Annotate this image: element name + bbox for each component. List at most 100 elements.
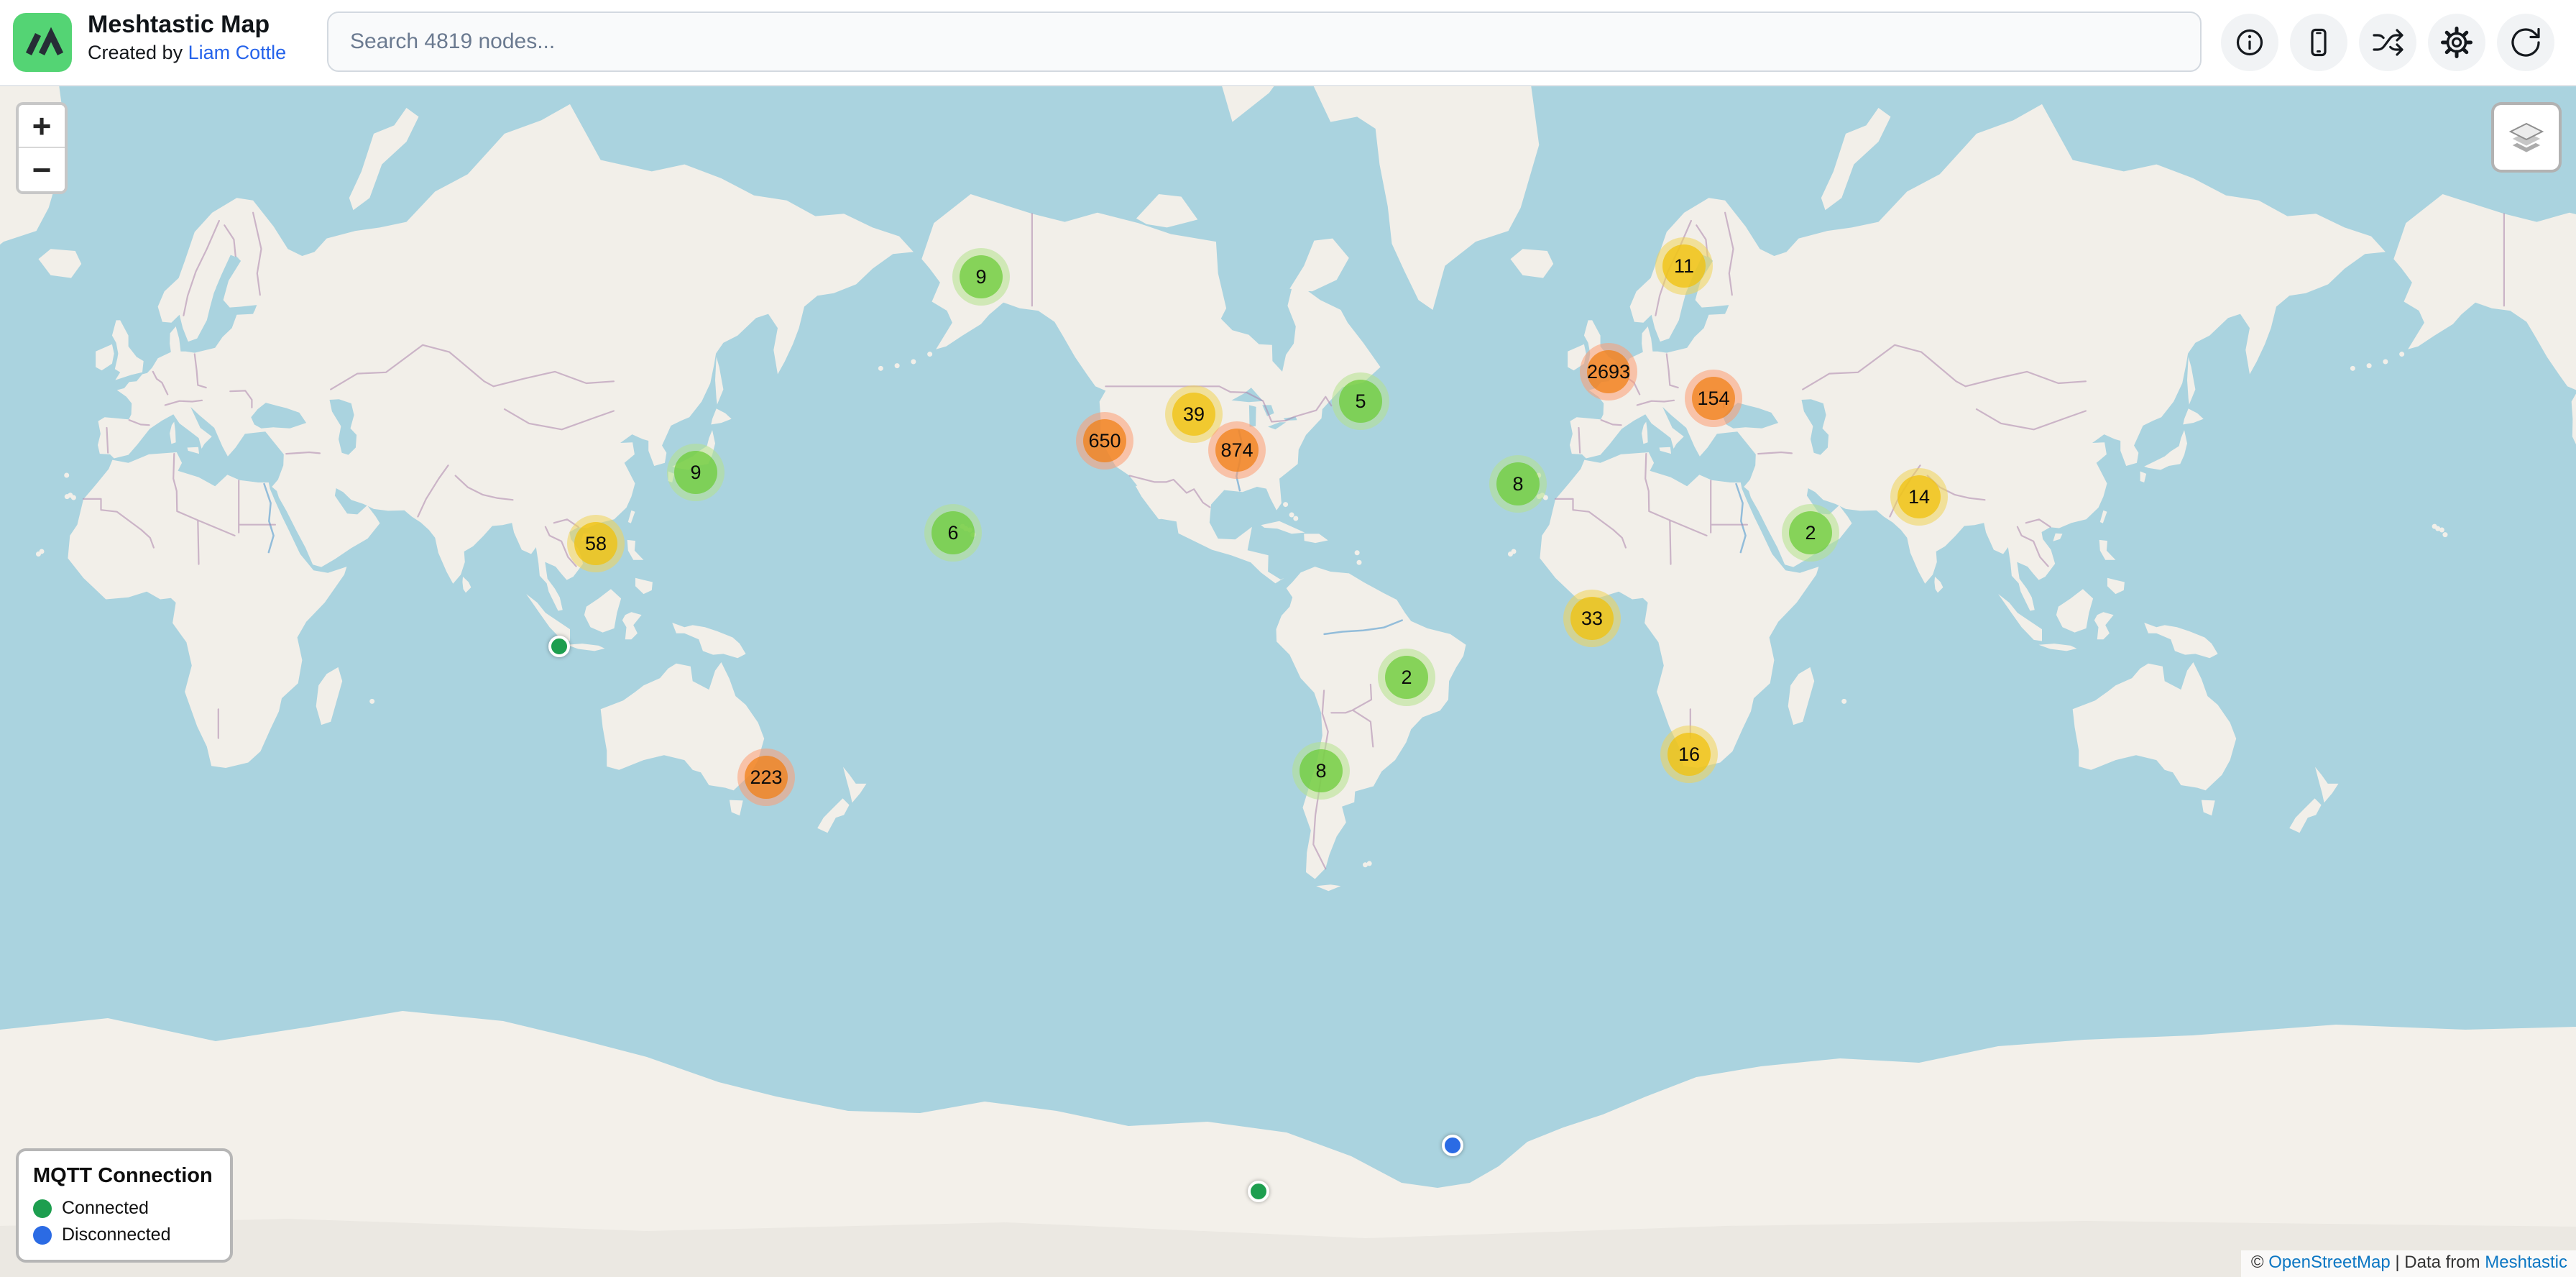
attribution-separator: | Data from (2391, 1253, 2485, 1272)
meshtastic-logo (13, 13, 72, 72)
legend-items: Connected Disconnected (33, 1198, 213, 1245)
mountains-logo-icon (13, 13, 72, 72)
cluster-count: 8 (1300, 749, 1343, 792)
cluster-count: 2 (1385, 656, 1428, 699)
map-islet (1841, 699, 1846, 704)
cluster-count: 223 (745, 756, 788, 799)
cluster-marker[interactable]: 874 (1208, 421, 1266, 479)
map-canvas[interactable]: 9 11 2693 154 39 5 874 650 8 9 58 6 2 14 33 2 8 16 223 (0, 0, 2576, 1277)
header-buttons (2221, 14, 2554, 71)
node-marker-disconnected[interactable] (1442, 1135, 1463, 1156)
cluster-count: 33 (1570, 597, 1614, 640)
osm-link[interactable]: OpenStreetMap (2268, 1253, 2390, 1272)
refresh-button[interactable] (2497, 14, 2554, 71)
cluster-marker[interactable]: 2 (1378, 649, 1435, 706)
layers-button[interactable] (2491, 102, 2562, 173)
title-block: Meshtastic Map Created by Liam Cottle (88, 10, 286, 64)
map-islet (1367, 861, 1372, 866)
legend-dot-icon (33, 1199, 52, 1218)
map-islet (2439, 527, 2444, 532)
byline: Created by Liam Cottle (88, 41, 286, 64)
cluster-count: 11 (1662, 244, 1706, 288)
cluster-marker[interactable]: 2 (1782, 504, 1839, 562)
cluster-marker[interactable]: 5 (1332, 372, 1389, 430)
legend-item: Connected (33, 1198, 213, 1219)
map-islet (1355, 550, 1360, 555)
info-button[interactable] (2221, 14, 2278, 71)
cluster-marker[interactable]: 16 (1660, 726, 1718, 783)
layers-icon (2506, 117, 2547, 157)
map-islet (369, 699, 374, 704)
settings-button[interactable] (2428, 14, 2485, 71)
map-islet (2442, 532, 2447, 537)
cluster-count: 9 (674, 451, 717, 494)
legend-dot-icon (33, 1226, 52, 1245)
cluster-count: 874 (1215, 429, 1259, 472)
cluster-marker[interactable]: 9 (952, 248, 1010, 306)
cluster-count: 2 (1789, 511, 1832, 554)
cluster-marker[interactable]: 33 (1563, 590, 1621, 647)
node-marker-connected[interactable] (1248, 1181, 1269, 1202)
cluster-count: 14 (1898, 475, 1941, 518)
cluster-marker[interactable]: 11 (1655, 237, 1713, 295)
cluster-marker[interactable]: 58 (567, 515, 625, 572)
search-input[interactable] (327, 12, 2202, 72)
map-islet (40, 549, 45, 554)
map-islet (2399, 352, 2404, 357)
cluster-count: 8 (1496, 462, 1540, 505)
cluster-marker[interactable]: 2693 (1580, 343, 1637, 401)
map-islet (2383, 360, 2388, 365)
map-islet (1293, 516, 1298, 521)
cluster-marker[interactable]: 6 (924, 504, 982, 562)
cluster-count: 58 (574, 522, 617, 565)
cluster-marker[interactable]: 154 (1685, 370, 1742, 427)
zoom-control: + − (16, 102, 68, 194)
meshtastic-link[interactable]: Meshtastic (2485, 1253, 2567, 1272)
cluster-marker[interactable]: 650 (1076, 412, 1133, 470)
zoom-out-button[interactable]: − (19, 148, 65, 191)
cluster-marker[interactable]: 8 (1292, 742, 1350, 800)
legend-item: Disconnected (33, 1225, 213, 1245)
cluster-marker[interactable]: 9 (667, 444, 724, 501)
map-islet (1289, 513, 1294, 518)
cluster-marker[interactable]: 8 (1489, 455, 1547, 513)
map-islet (2367, 363, 2372, 368)
byline-prefix: Created by (88, 42, 188, 63)
shuffle-button[interactable] (2359, 14, 2416, 71)
shuffle-icon (2370, 25, 2405, 60)
map-islet (927, 352, 932, 357)
smartphone-icon (2301, 25, 2336, 60)
info-icon (2232, 25, 2267, 60)
refresh-icon (2508, 25, 2543, 60)
map-islet (1356, 560, 1361, 565)
map-islet (64, 472, 69, 477)
author-link[interactable]: Liam Cottle (188, 42, 287, 63)
cluster-marker[interactable]: 14 (1890, 468, 1948, 526)
map-islet (878, 366, 883, 371)
cluster-count: 5 (1339, 380, 1382, 423)
cluster-count: 154 (1692, 377, 1735, 420)
copyright-text: © (2251, 1253, 2268, 1272)
device-button[interactable] (2290, 14, 2347, 71)
mqtt-legend: MQTT Connection Connected Disconnected (16, 1148, 233, 1263)
app-header: Meshtastic Map Created by Liam Cottle (0, 0, 2576, 86)
cluster-count: 2693 (1587, 350, 1630, 393)
map-islet (71, 495, 76, 500)
map-islet (911, 360, 916, 365)
map-islet (1512, 549, 1517, 554)
cluster-count: 9 (960, 255, 1003, 298)
cluster-count: 6 (932, 511, 975, 554)
cluster-count: 16 (1668, 733, 1711, 776)
zoom-in-button[interactable]: + (19, 105, 65, 148)
legend-label: Connected (62, 1198, 149, 1219)
legend-title: MQTT Connection (33, 1164, 213, 1188)
cluster-count: 39 (1172, 393, 1215, 436)
legend-label: Disconnected (62, 1225, 170, 1245)
cluster-marker[interactable]: 223 (737, 749, 795, 806)
map-attribution: © OpenStreetMap | Data from Meshtastic (2241, 1250, 2576, 1277)
node-marker-connected[interactable] (548, 636, 570, 657)
page-title: Meshtastic Map (88, 10, 286, 40)
world-map-tiles (0, 0, 2576, 1277)
map-islet (2350, 366, 2355, 371)
map-islet (895, 363, 900, 368)
